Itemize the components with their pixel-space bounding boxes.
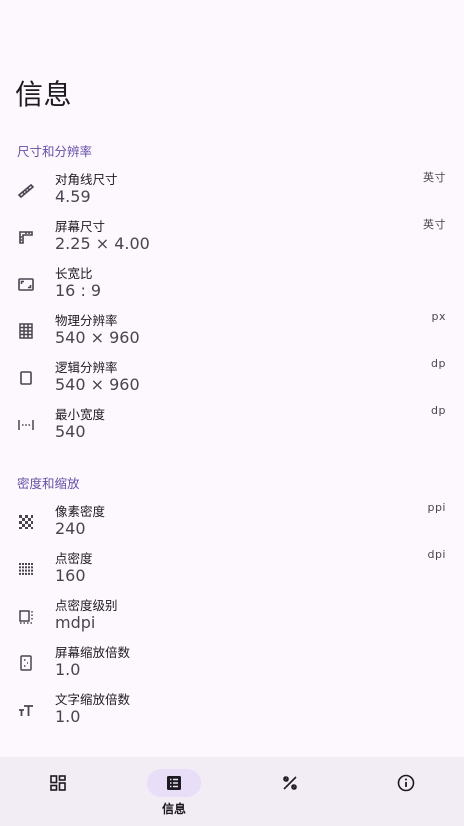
info-row-pixel-density[interactable]: 像素密度 240 ppi bbox=[0, 501, 464, 548]
nav-item-info[interactable]: 信息 bbox=[116, 757, 232, 826]
checkerboard-icon bbox=[17, 513, 35, 531]
info-row-text-scale[interactable]: 文字缩放倍数 1.0 bbox=[0, 689, 464, 736]
nav-item-tools[interactable] bbox=[232, 757, 348, 826]
page-title: 信息 bbox=[15, 78, 73, 111]
bottom-navigation: 信息 bbox=[0, 757, 464, 826]
row-value: 540 × 960 bbox=[55, 328, 140, 347]
row-unit: 英寸 bbox=[423, 171, 446, 184]
text-size-icon bbox=[17, 701, 35, 719]
row-value: 540 × 960 bbox=[55, 375, 140, 394]
nav-item-dashboard[interactable] bbox=[0, 757, 116, 826]
row-value: 1.0 bbox=[55, 707, 81, 726]
ruler-diagonal-icon bbox=[17, 181, 35, 199]
row-label: 物理分辨率 bbox=[55, 313, 118, 328]
info-row-screen-scale[interactable]: 屏幕缩放倍数 1.0 bbox=[0, 642, 464, 689]
row-label: 点密度 bbox=[55, 551, 93, 566]
row-value: mdpi bbox=[55, 613, 96, 632]
row-value: 540 bbox=[55, 422, 86, 441]
row-unit: dp bbox=[431, 357, 446, 370]
row-value: 160 bbox=[55, 566, 86, 585]
nav-item-about[interactable] bbox=[348, 757, 464, 826]
row-label: 屏幕尺寸 bbox=[55, 219, 106, 234]
info-row-smallest-width[interactable]: 最小宽度 540 dp bbox=[0, 404, 464, 451]
row-label: 点密度级别 bbox=[55, 598, 118, 613]
dashboard-icon bbox=[31, 769, 85, 797]
row-value: 240 bbox=[55, 519, 86, 538]
info-row-screen-size[interactable]: 屏幕尺寸 2.25 × 4.00 英寸 bbox=[0, 216, 464, 263]
row-unit: dp bbox=[431, 404, 446, 417]
row-unit: 英寸 bbox=[423, 218, 446, 231]
info-row-physical-resolution[interactable]: 物理分辨率 540 × 960 px bbox=[0, 310, 464, 357]
status-bar bbox=[0, 0, 464, 22]
density-level-icon bbox=[17, 607, 35, 625]
info-row-aspect-ratio[interactable]: 长宽比 16 : 9 bbox=[0, 263, 464, 310]
row-label: 屏幕缩放倍数 bbox=[55, 645, 131, 660]
section-header-size: 尺寸和分辨率 bbox=[17, 144, 93, 159]
row-value: 1.0 bbox=[55, 660, 81, 679]
section-header-density: 密度和缩放 bbox=[17, 476, 80, 491]
row-label: 文字缩放倍数 bbox=[55, 692, 131, 707]
screen-scale-icon bbox=[17, 654, 35, 672]
row-value: 4.59 bbox=[55, 187, 91, 206]
width-icon bbox=[17, 416, 35, 434]
row-unit: dpi bbox=[427, 548, 446, 561]
row-unit: px bbox=[431, 310, 446, 323]
grid-icon bbox=[17, 322, 35, 340]
row-value: 16 : 9 bbox=[55, 281, 102, 300]
tools-icon bbox=[263, 769, 317, 797]
info-row-dot-density[interactable]: 点密度 160 dpi bbox=[0, 548, 464, 595]
ruler-corner-icon bbox=[17, 228, 35, 246]
list-icon bbox=[147, 769, 201, 797]
info-row-logical-resolution[interactable]: 逻辑分辨率 540 × 960 dp bbox=[0, 357, 464, 404]
nav-label: 信息 bbox=[161, 802, 186, 816]
info-row-diagonal[interactable]: 对角线尺寸 4.59 英寸 bbox=[0, 169, 464, 216]
rectangle-icon bbox=[17, 369, 35, 387]
aspect-ratio-icon bbox=[17, 275, 35, 293]
dots-grid-icon bbox=[17, 560, 35, 578]
row-label: 最小宽度 bbox=[55, 407, 106, 422]
about-icon bbox=[379, 769, 433, 797]
row-label: 像素密度 bbox=[55, 504, 106, 519]
row-label: 对角线尺寸 bbox=[55, 172, 118, 187]
info-row-density-level[interactable]: 点密度级别 mdpi bbox=[0, 595, 464, 642]
row-label: 逻辑分辨率 bbox=[55, 360, 118, 375]
row-value: 2.25 × 4.00 bbox=[55, 234, 150, 253]
row-unit: ppi bbox=[427, 501, 446, 514]
row-label: 长宽比 bbox=[55, 266, 93, 281]
